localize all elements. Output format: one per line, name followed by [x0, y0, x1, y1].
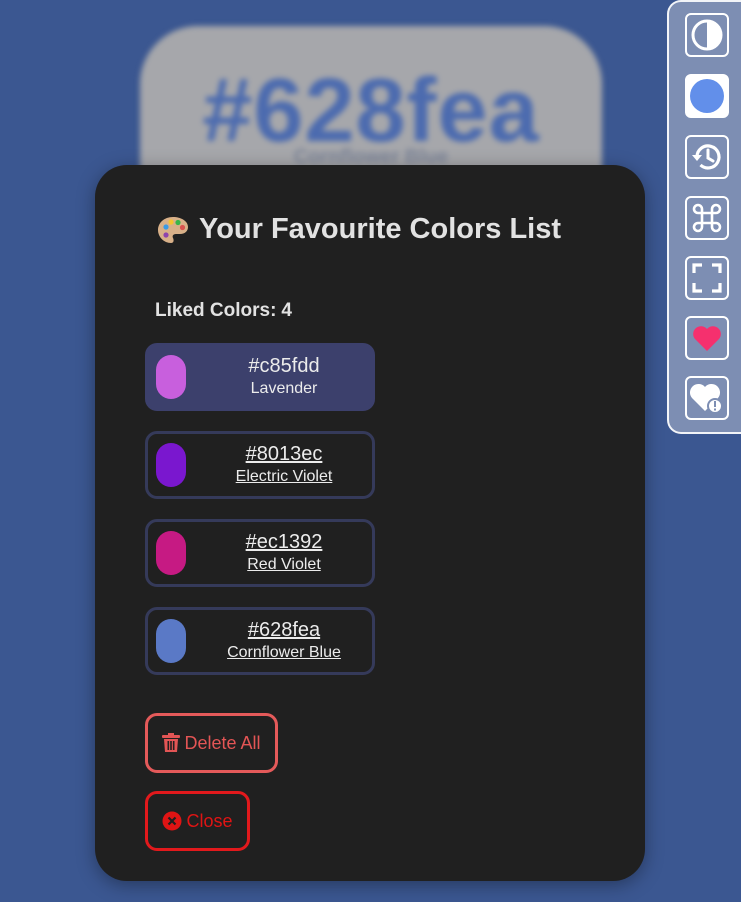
color-swatch [156, 443, 186, 487]
color-swatch [156, 531, 186, 575]
color-item[interactable]: #8013ec Electric Violet [145, 431, 375, 499]
color-swatch [156, 355, 186, 399]
color-hex: #c85fdd [248, 355, 320, 377]
color-item[interactable]: #628fea Cornflower Blue [145, 607, 375, 675]
color-hex: #ec1392 [245, 531, 323, 553]
palette-icon [158, 216, 188, 243]
close-label: Close [186, 810, 233, 831]
color-hex: #628fea [247, 619, 321, 641]
liked-colors-label: Liked Colors: [155, 300, 277, 321]
history-icon [692, 144, 721, 170]
contrast-toggle-button[interactable] [685, 13, 729, 57]
color-circle-icon [687, 76, 727, 116]
liked-colors-count: Liked Colors: 4 [155, 300, 292, 322]
current-color-button[interactable] [685, 74, 729, 118]
history-button[interactable] [685, 135, 729, 179]
contrast-icon [691, 19, 723, 51]
favourites-button[interactable] [685, 376, 729, 420]
close-button[interactable]: Close [145, 791, 250, 851]
modal-title: Your Favourite Colors List [157, 213, 561, 246]
color-item[interactable]: #ec1392 Red Violet [145, 519, 375, 587]
color-swatch [156, 619, 186, 663]
like-button[interactable] [685, 316, 729, 360]
fullscreen-icon [692, 263, 722, 293]
shortcuts-button[interactable] [685, 196, 729, 240]
color-item[interactable]: #c85fdd Lavender [145, 343, 375, 411]
color-name: Cornflower Blue [227, 644, 341, 661]
color-hex: #8013ec [245, 443, 323, 465]
color-name: Lavender [250, 380, 318, 397]
heart-icon [693, 326, 721, 351]
liked-colors-number: 4 [281, 300, 292, 321]
command-key-icon [692, 203, 722, 233]
color-name: Electric Violet [235, 468, 333, 485]
favourites-modal: Your Favourite Colors List Liked Colors:… [95, 165, 645, 881]
delete-all-button[interactable]: Delete All [145, 713, 278, 773]
side-toolbar [667, 0, 741, 434]
close-circle-icon [162, 811, 182, 831]
delete-all-label: Delete All [184, 732, 261, 753]
color-name: Red Violet [247, 556, 321, 573]
heart-info-icon [689, 383, 723, 414]
modal-title-text: Your Favourite Colors List [199, 213, 562, 245]
trash-icon [162, 733, 181, 752]
fullscreen-button[interactable] [685, 256, 729, 300]
